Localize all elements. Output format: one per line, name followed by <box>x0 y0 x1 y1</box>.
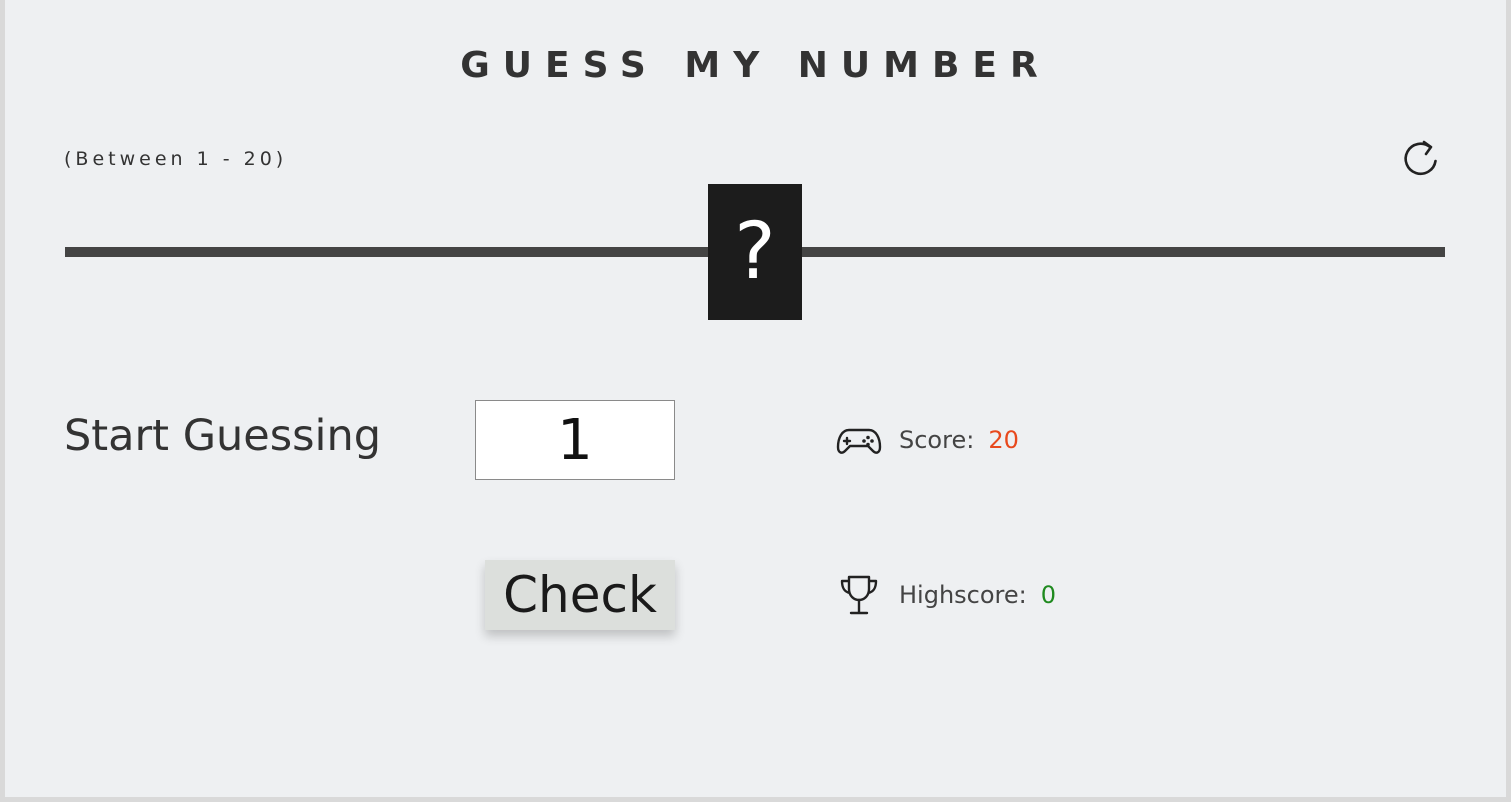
highscore-row: Highscore: 0 <box>835 571 1056 619</box>
gamepad-icon <box>836 428 882 454</box>
secret-number-box: ? <box>708 184 802 320</box>
refresh-icon <box>1404 140 1437 176</box>
check-button[interactable]: Check <box>485 560 675 630</box>
score-label: Score: <box>899 426 975 454</box>
highscore-value: 0 <box>1040 581 1057 609</box>
trophy-icon <box>840 575 878 615</box>
range-hint: (Between 1 - 20) <box>64 148 288 170</box>
guess-input[interactable] <box>475 400 675 480</box>
game-panel <box>5 0 1506 797</box>
page-title: GUESS MY NUMBER <box>460 45 1051 86</box>
guess-prompt-label: Start Guessing <box>64 411 382 461</box>
score-value: 20 <box>988 426 1019 454</box>
highscore-label: Highscore: <box>899 581 1027 609</box>
reset-button[interactable] <box>1400 136 1442 180</box>
score-row: Score: 20 <box>835 416 1019 464</box>
